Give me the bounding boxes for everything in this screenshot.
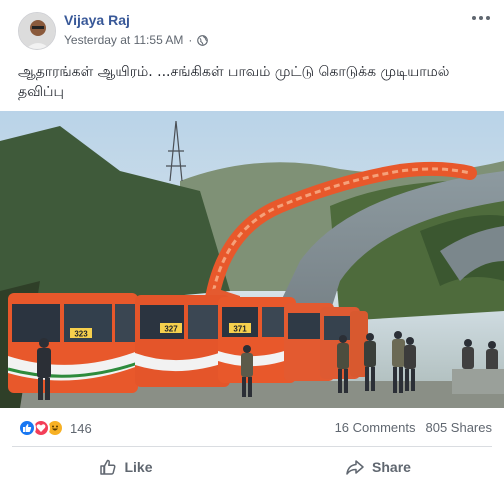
actions-divider bbox=[12, 446, 492, 447]
share-label: Share bbox=[372, 459, 411, 475]
globe-icon[interactable] bbox=[197, 34, 209, 46]
post-timestamp[interactable]: Yesterday at 11:55 AM bbox=[64, 33, 183, 47]
bus-front-2: 327 bbox=[135, 295, 230, 387]
post-header: Vijaya Raj Yesterday at 11:55 AM · bbox=[0, 0, 504, 58]
post-actions: Like Share bbox=[0, 448, 504, 486]
bus-front-1: 323 bbox=[7, 293, 139, 393]
post-text: ஆதாரங்கள் ஆயிரம். ...சங்கிகள் பாவம் முட்… bbox=[18, 64, 450, 100]
meta-separator: · bbox=[188, 33, 193, 47]
post-stats: 146 16 Comments 805 Shares bbox=[0, 408, 504, 448]
post-meta: Yesterday at 11:55 AM · bbox=[64, 33, 209, 47]
reaction-count[interactable]: 146 bbox=[70, 421, 92, 436]
bus-row-back bbox=[284, 303, 368, 381]
bus-route-label: 371 bbox=[233, 325, 247, 334]
avatar-photo bbox=[19, 13, 55, 49]
post-photo[interactable]: 323 327 371 bbox=[0, 111, 504, 408]
avatar[interactable] bbox=[18, 12, 56, 50]
shares-count[interactable]: 805 Shares bbox=[426, 420, 493, 435]
share-button[interactable]: Share bbox=[252, 448, 504, 486]
author-name[interactable]: Vijaya Raj bbox=[64, 12, 130, 28]
like-reaction-icon bbox=[18, 419, 36, 437]
bus-route-label: 327 bbox=[164, 325, 178, 334]
more-options-icon[interactable] bbox=[470, 10, 492, 26]
bus-route-label: 323 bbox=[74, 330, 88, 339]
thumbs-up-icon bbox=[100, 459, 116, 475]
engagement-counts: 16 Comments 805 Shares bbox=[335, 420, 492, 435]
like-label: Like bbox=[124, 459, 153, 475]
share-arrow-icon bbox=[346, 460, 364, 475]
like-button[interactable]: Like bbox=[0, 448, 252, 486]
reactions-summary[interactable]: 146 bbox=[18, 419, 92, 437]
comments-count[interactable]: 16 Comments bbox=[335, 420, 416, 435]
